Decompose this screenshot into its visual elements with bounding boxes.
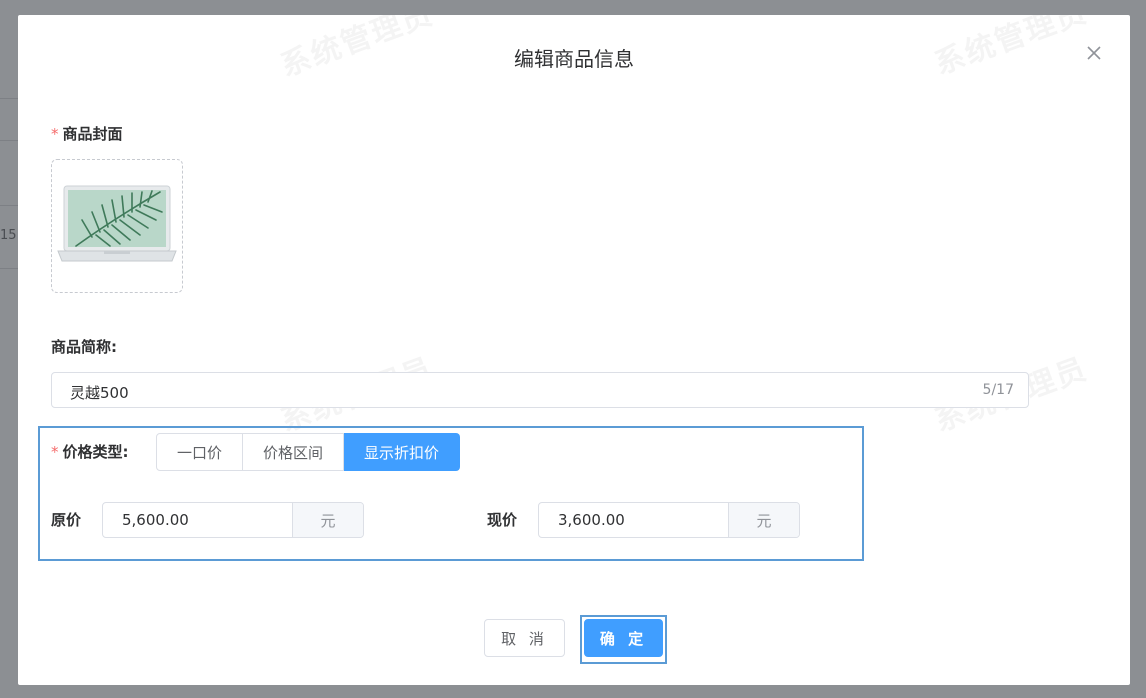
price-type-option-fixed[interactable]: 一口价 bbox=[156, 433, 244, 471]
required-asterisk: * bbox=[51, 443, 59, 461]
laptop-cover-image bbox=[57, 185, 177, 262]
required-asterisk: * bbox=[51, 125, 59, 143]
current-price-input[interactable]: 3,600.00 元 bbox=[538, 502, 800, 538]
currency-unit: 元 bbox=[728, 503, 799, 537]
background-divider bbox=[0, 268, 20, 269]
current-price-label: 现价 bbox=[487, 511, 518, 529]
close-icon[interactable] bbox=[1086, 45, 1102, 61]
background-divider bbox=[0, 205, 20, 206]
edit-product-dialog: 系统管理员 系统管理员 系统管理员 系统管理员 编辑商品信息 *商品封面 bbox=[18, 15, 1130, 685]
price-type-option-range[interactable]: 价格区间 bbox=[243, 433, 345, 471]
char-counter: 5/17 bbox=[982, 382, 1014, 398]
original-price-value: 5,600.00 bbox=[122, 511, 189, 529]
product-name-value: 灵越500 bbox=[70, 384, 129, 402]
product-name-input[interactable]: 灵越500 5/17 bbox=[51, 372, 1029, 408]
cover-label: * 商品封面 bbox=[51, 125, 123, 143]
background-row-text: 15 bbox=[0, 228, 17, 243]
price-type-label: * 价格类型: bbox=[51, 443, 129, 461]
name-label: 商品简称: bbox=[51, 338, 117, 356]
background-divider bbox=[0, 140, 20, 141]
price-type-segmented-control: 一口价 价格区间 显示折扣价 bbox=[156, 433, 461, 471]
cover-upload[interactable] bbox=[51, 159, 183, 293]
currency-unit: 元 bbox=[292, 503, 363, 537]
original-price-label: 原价 bbox=[51, 511, 82, 529]
price-type-option-discount[interactable]: 显示折扣价 bbox=[344, 433, 461, 471]
dialog-title: 编辑商品信息 bbox=[514, 47, 634, 71]
cancel-button[interactable]: 取 消 bbox=[484, 619, 565, 657]
current-price-value: 3,600.00 bbox=[558, 511, 625, 529]
background-divider bbox=[0, 98, 20, 99]
original-price-input[interactable]: 5,600.00 元 bbox=[102, 502, 364, 538]
confirm-button[interactable]: 确 定 bbox=[584, 619, 663, 657]
